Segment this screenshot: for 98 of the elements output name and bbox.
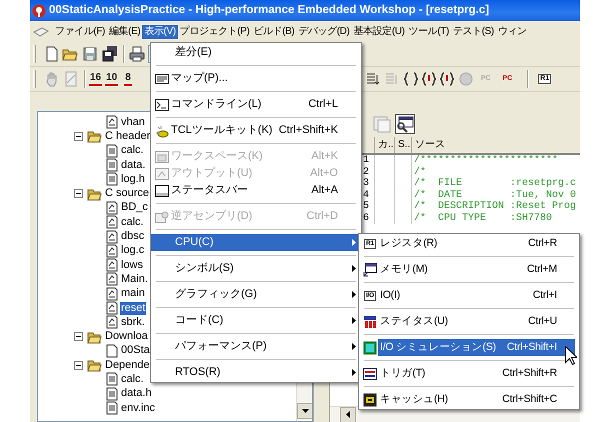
menu-bar-item[interactable]: ウィン (496, 24, 529, 38)
code-line: /* CPU TYPE :SH7780 (413, 212, 552, 224)
menu-item[interactable]: トリガ(T) Ctrl+Shift+R (359, 365, 579, 382)
braces-icon[interactable] (420, 71, 437, 87)
save-icon[interactable] (82, 46, 98, 62)
tree-item[interactable]: data. (120, 158, 146, 172)
tree-item[interactable]: lows (120, 258, 144, 272)
tree-item[interactable]: main (120, 287, 146, 300)
memory-window-icon (363, 262, 377, 276)
menu-item[interactable]: キャッシュ(H) Ctrl+Shift+C (359, 391, 579, 408)
tree-item[interactable]: C source (104, 187, 150, 200)
printer-icon[interactable] (129, 46, 145, 62)
menu-item[interactable]: マップ(P)... (151, 70, 361, 87)
tree-item[interactable]: calc. (120, 372, 145, 386)
collapse-icon[interactable] (74, 332, 83, 342)
menu-item[interactable]: TCLツールキット(K) Ctrl+Shift+K (151, 122, 361, 139)
menu-bar-item[interactable]: ツール(T) (406, 24, 451, 38)
tree-item[interactable]: C header (104, 130, 152, 143)
folder-icon (87, 129, 102, 144)
menu-item[interactable]: RTOS(R) (151, 364, 361, 381)
code-line: /* DESCRIPTION :Reset Prog (413, 201, 576, 212)
tree-item[interactable]: log.h (120, 172, 146, 186)
tree-item[interactable]: calc. (120, 144, 145, 158)
window-icon (155, 184, 169, 198)
tree-item[interactable]: sbrk. (120, 316, 146, 329)
save-all-icon[interactable] (102, 46, 118, 62)
terminal-icon (155, 98, 169, 112)
radix-button[interactable]: 10 (105, 72, 118, 86)
folder-icon (87, 186, 102, 201)
monitor-icon (363, 340, 377, 354)
menu-item[interactable]: コード(C) (151, 312, 361, 329)
menu-item[interactable]: CPU(C) (151, 234, 361, 251)
collapse-icon[interactable] (74, 189, 83, 198)
menu-bar-item[interactable]: 基本設定(U) (351, 24, 407, 38)
submenu-arrow-icon (352, 291, 356, 298)
tree-item[interactable]: BD_c (120, 201, 149, 214)
chip-icon (363, 392, 377, 406)
caret-icon (302, 409, 308, 413)
radix-button[interactable]: 16 (89, 72, 102, 86)
tree-item[interactable]: 00Sta (120, 344, 151, 358)
code-line: /*********************** (413, 155, 558, 166)
window-icon (155, 150, 169, 164)
collapse-icon[interactable] (74, 360, 83, 370)
scroll-down-button[interactable] (297, 403, 312, 419)
tree-item[interactable]: env.inc (120, 402, 156, 415)
list-icon (155, 72, 169, 86)
caret-icon (346, 411, 350, 418)
column-header[interactable]: S.. (395, 137, 412, 153)
tree-item[interactable]: vhan (120, 116, 146, 129)
submenu-arrow-icon (352, 369, 356, 376)
folder-icon (87, 358, 102, 372)
tree-item[interactable]: calc. (120, 216, 145, 229)
lamp-icon (155, 124, 169, 138)
column-header[interactable]: ソース (412, 137, 580, 153)
status-icon (363, 314, 377, 328)
radix-button[interactable]: 8 (124, 72, 132, 86)
submenu-arrow-icon (352, 317, 356, 324)
tree-item[interactable]: Main. (120, 272, 149, 286)
menu-item[interactable]: グラフィック(G) (151, 286, 361, 303)
tree-item[interactable]: data.h (120, 387, 153, 400)
window-search-icon[interactable] (395, 114, 415, 134)
collapse-icon[interactable] (74, 132, 83, 141)
menu-item[interactable]: ステイタス(U) Ctrl+U (359, 313, 579, 330)
tree-item[interactable]: dbsc (120, 230, 146, 244)
new-file-icon[interactable] (44, 46, 60, 62)
menu-bar-item[interactable]: ファイル(F) (53, 24, 107, 38)
submenu-arrow-icon (352, 343, 356, 350)
window-title: 00StaticAnalysisPractice - High-performance Embedded Workshop - [resetprg.c] (49, 4, 490, 18)
braces-icon[interactable] (438, 71, 455, 87)
menu-bar-item[interactable]: ビルド(B) (251, 24, 296, 38)
menu-bar-item[interactable]: プロジェクト(P) (178, 24, 252, 38)
tree-item[interactable]: log.c (120, 244, 146, 258)
menu-item[interactable]: シンボル(S) (151, 260, 361, 277)
tree-item[interactable]: Downloa (104, 330, 149, 344)
menu-item[interactable]: 差分(E) (151, 44, 361, 61)
folder-icon (87, 330, 102, 344)
braces-icon[interactable] (402, 71, 419, 87)
submenu-arrow-icon (352, 265, 356, 272)
menu-bar-item[interactable]: デバッグ(D) (296, 24, 352, 38)
scroll-left-button[interactable] (340, 406, 356, 422)
app-icon (32, 4, 46, 18)
window-icon (155, 166, 169, 180)
menu-item[interactable]: パフォーマンス(P) (151, 338, 361, 355)
menu-bar-item[interactable]: 表示(V) (142, 24, 178, 38)
menu-bar-item[interactable]: 編集(E) (106, 24, 142, 38)
code-line: /* FILE :resetprg.c (413, 178, 576, 190)
tree-item[interactable]: reset (120, 302, 146, 314)
menu-item[interactable]: メモリ(M) Ctrl+M (359, 261, 579, 278)
menu-item[interactable]: コマンドライン(L) Ctrl+L (151, 96, 361, 113)
tree-item[interactable]: Depende (104, 358, 151, 372)
mouse-pointer-icon (565, 346, 577, 365)
column-header[interactable]: カ.. (375, 137, 395, 153)
code-line: /* (413, 166, 426, 178)
menu-bar-item[interactable]: テスト(S) (450, 24, 496, 38)
trigger-icon (363, 366, 377, 380)
submenu-arrow-icon (352, 239, 356, 246)
list-icon[interactable] (364, 71, 381, 87)
code-line: /* DATE :Tue, Nov 0 (413, 190, 576, 200)
